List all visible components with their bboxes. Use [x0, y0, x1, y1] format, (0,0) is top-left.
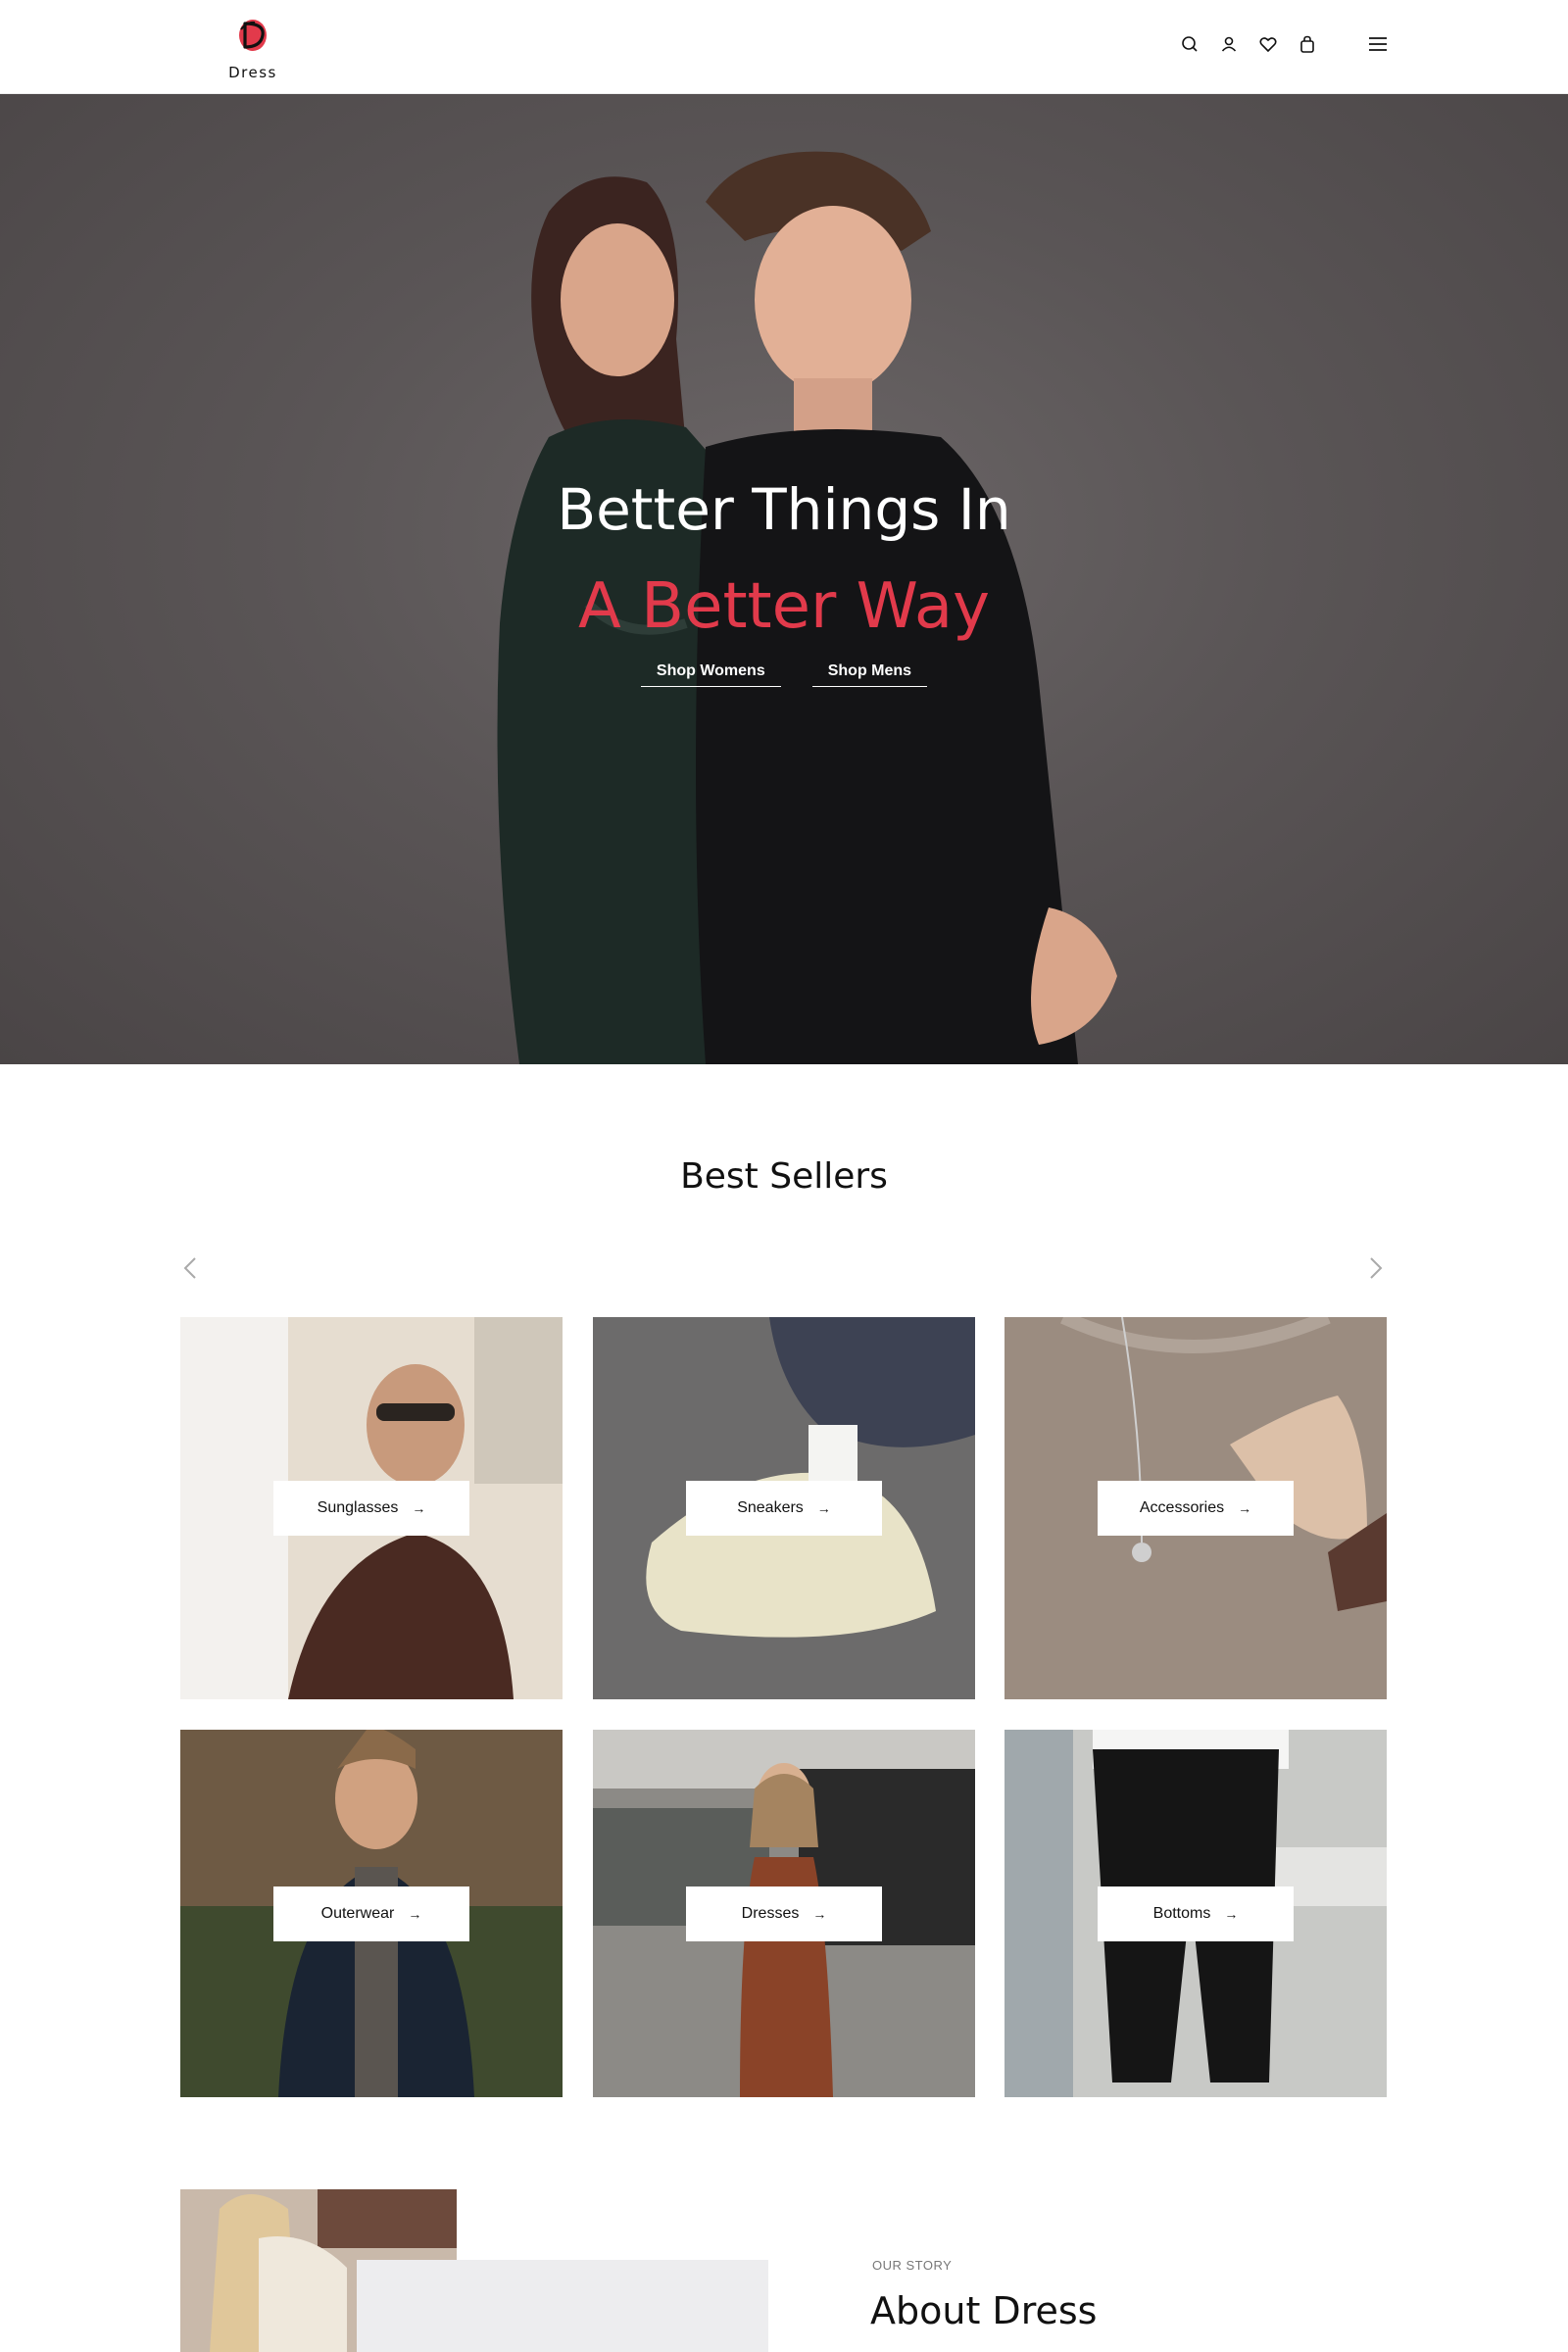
category-card-bottoms[interactable]: Bottoms →: [1004, 1730, 1387, 2097]
carousel-prev-arrow-icon[interactable]: [172, 1250, 208, 1286]
category-button-dresses[interactable]: Dresses →: [686, 1886, 882, 1941]
about-secondary-image: [357, 2260, 768, 2352]
hero-headline-line1: Better Things In: [557, 476, 1011, 543]
hero-links: Shop Womens Shop Mens: [0, 662, 1568, 687]
category-card-outerwear[interactable]: Outerwear →: [180, 1730, 563, 2097]
site-header: Dress: [0, 0, 1568, 94]
hero-banner: Better Things In A Better Way Shop Women…: [0, 94, 1568, 1064]
category-label: Bottoms: [1152, 1904, 1211, 1922]
category-label: Dresses: [741, 1904, 800, 1922]
brand-logo[interactable]: Dress: [220, 14, 286, 82]
carousel-next-arrow-icon[interactable]: [1358, 1250, 1394, 1286]
category-card-dresses[interactable]: Dresses →: [593, 1730, 975, 2097]
category-button-bottoms[interactable]: Bottoms →: [1098, 1886, 1294, 1941]
category-button-sneakers[interactable]: Sneakers →: [686, 1481, 882, 1536]
arrow-right-icon: →: [412, 1500, 426, 1516]
arrow-right-icon: →: [408, 1905, 422, 1922]
logo-text: Dress: [228, 64, 277, 81]
category-button-accessories[interactable]: Accessories →: [1098, 1481, 1294, 1536]
category-card-sunglasses[interactable]: Sunglasses →: [180, 1317, 563, 1699]
arrow-right-icon: →: [812, 1905, 827, 1922]
category-label: Sneakers: [737, 1499, 804, 1516]
user-icon[interactable]: [1215, 30, 1243, 58]
best-sellers-title: Best Sellers: [680, 1156, 888, 1197]
heart-icon[interactable]: [1254, 30, 1282, 58]
category-label: Accessories: [1139, 1499, 1225, 1516]
logo-mark-icon: [239, 20, 267, 51]
search-icon[interactable]: [1176, 30, 1203, 58]
shop-mens-link[interactable]: Shop Mens: [811, 662, 928, 687]
about-eyebrow: OUR STORY: [872, 2258, 953, 2273]
hamburger-menu-icon[interactable]: [1364, 30, 1392, 58]
category-label: Sunglasses: [317, 1499, 399, 1516]
shop-womens-link[interactable]: Shop Womens: [640, 662, 781, 687]
category-label: Outerwear: [320, 1904, 395, 1922]
category-card-sneakers[interactable]: Sneakers →: [593, 1317, 975, 1699]
bag-icon[interactable]: [1294, 30, 1321, 58]
header-icons: [1176, 30, 1333, 58]
arrow-right-icon: →: [1238, 1500, 1252, 1516]
arrow-right-icon: →: [1224, 1905, 1239, 1922]
about-title: About Dress: [870, 2289, 1098, 2332]
hero-headline-line2: A Better Way: [578, 570, 990, 643]
arrow-right-icon: →: [816, 1500, 831, 1516]
category-button-outerwear[interactable]: Outerwear →: [273, 1886, 469, 1941]
category-button-sunglasses[interactable]: Sunglasses →: [273, 1481, 469, 1536]
category-card-accessories[interactable]: Accessories →: [1004, 1317, 1387, 1699]
